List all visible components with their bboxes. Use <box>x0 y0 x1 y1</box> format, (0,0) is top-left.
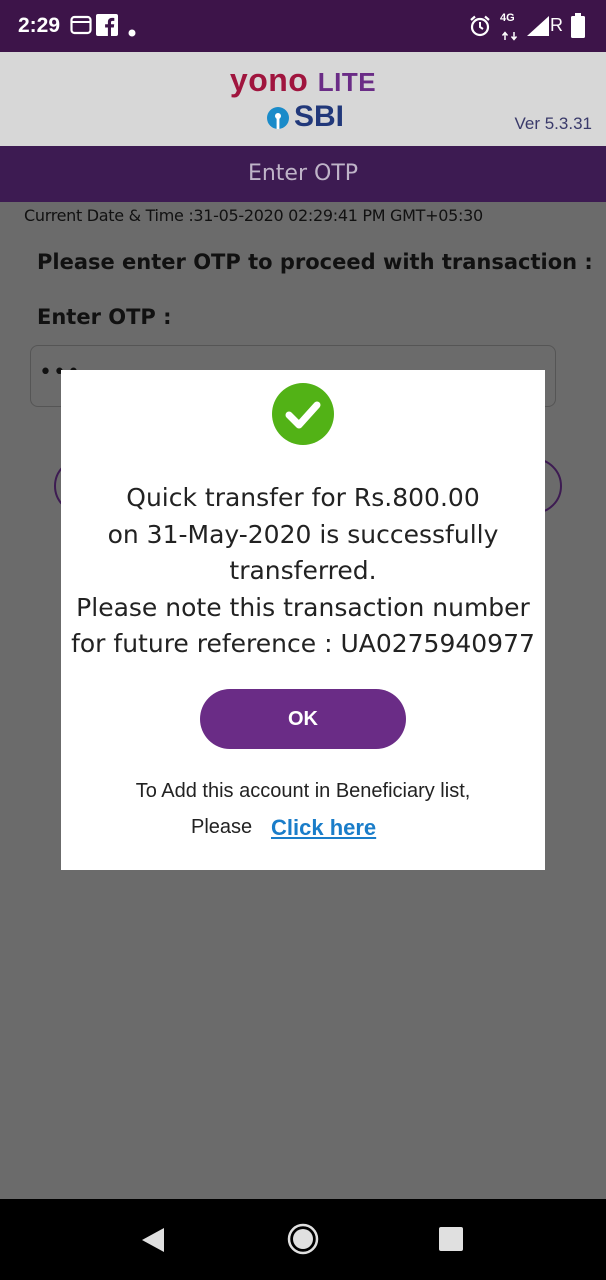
otp-prompt: Please enter OTP to proceed with transac… <box>37 250 593 274</box>
back-icon[interactable] <box>140 1226 166 1258</box>
status-time: 2:29 <box>18 14 61 37</box>
success-message: Quick transfer for Rs.800.00 on 31-May-2… <box>61 480 545 663</box>
message-line: Quick transfer for Rs.800.00 <box>126 483 480 512</box>
recents-icon[interactable] <box>438 1226 464 1256</box>
app-header: yono LITE SBI Ver 5.3.31 <box>0 52 606 146</box>
click-here-link[interactable]: Click here <box>271 815 376 841</box>
please-text: Please <box>191 816 253 838</box>
facebook-icon <box>96 14 118 40</box>
gallery-icon <box>70 15 92 39</box>
roaming-indicator: R <box>550 15 563 35</box>
logo-yono-text: yono <box>229 62 309 98</box>
add-beneficiary-text: To Add this account in Beneficiary list, <box>135 780 471 802</box>
network-type: 4G <box>500 12 515 24</box>
navigation-bar <box>0 1199 606 1280</box>
data-arrows-icon <box>501 26 519 45</box>
home-icon[interactable] <box>287 1223 319 1259</box>
message-line: for future reference : UA0275940977 <box>71 629 535 658</box>
message-line: on 31-May-2020 is successfully <box>107 519 499 549</box>
dot-icon <box>128 22 136 41</box>
version-label: Ver 5.3.31 <box>514 114 592 133</box>
logo-sbi-text: SBI <box>294 100 345 133</box>
message-line: Please note this transaction number <box>76 592 530 622</box>
current-datetime: Current Date & Time :31-05-2020 02:29:41… <box>24 206 483 225</box>
otp-label: Enter OTP : <box>37 305 172 329</box>
yono-lite-logo: yono LITE <box>0 62 606 99</box>
message-line: transferred. <box>229 556 377 585</box>
page-title: Enter OTP <box>0 146 606 202</box>
battery-icon <box>570 13 586 43</box>
signal-icon <box>526 15 550 41</box>
success-dialog: Quick transfer for Rs.800.00 on 31-May-2… <box>61 370 545 870</box>
status-bar: 2:29 4G R <box>0 0 606 52</box>
logo-lite-text: LITE <box>317 67 377 97</box>
sbi-logo-icon <box>267 107 289 129</box>
alarm-icon <box>468 14 492 42</box>
success-check-icon <box>272 383 334 445</box>
sbi-logo: SBI <box>266 100 356 136</box>
ok-button[interactable]: OK <box>200 689 406 749</box>
